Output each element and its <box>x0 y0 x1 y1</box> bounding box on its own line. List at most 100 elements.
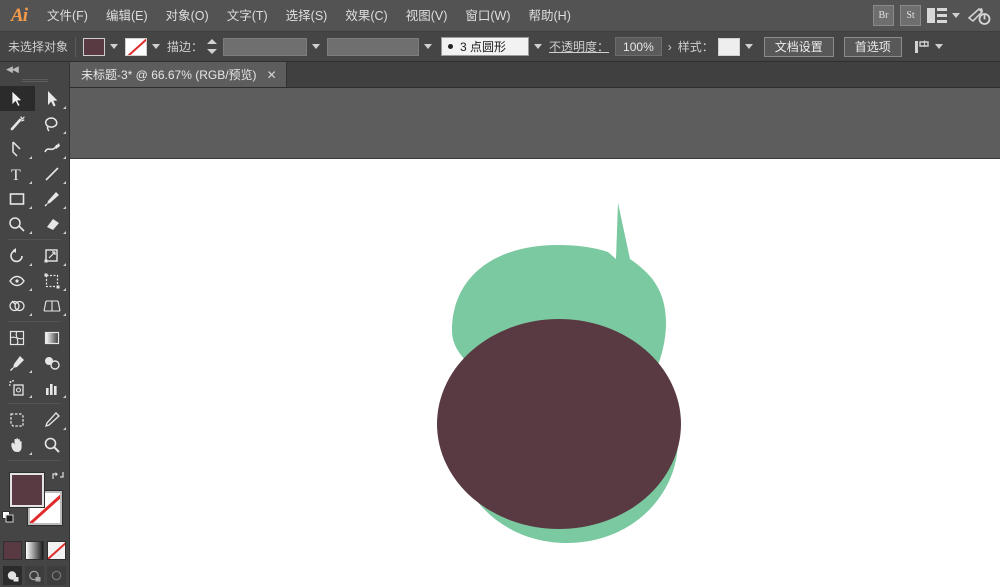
symbol-sprayer-tool[interactable] <box>0 375 35 400</box>
draw-inside-button[interactable] <box>47 566 66 585</box>
swap-fill-stroke-icon[interactable] <box>51 469 64 481</box>
artboard-tool[interactable] <box>0 407 35 432</box>
canvas-area[interactable] <box>70 88 1000 587</box>
column-graph-tool[interactable] <box>35 375 70 400</box>
menu-help[interactable]: 帮助(H) <box>520 0 580 32</box>
arrange-documents-button[interactable] <box>927 8 960 23</box>
hand-tool[interactable] <box>0 432 35 457</box>
free-transform-tool[interactable] <box>35 268 70 293</box>
zoom-tool[interactable] <box>35 432 70 457</box>
shaper-tool[interactable] <box>0 211 35 236</box>
brush-definition-chevron-down-icon[interactable] <box>534 44 543 49</box>
preferences-button[interactable]: 首选项 <box>843 36 902 57</box>
collapse-panel-button[interactable]: ◀◀ <box>0 62 69 76</box>
tool-flyout-indicator-icon <box>63 106 66 109</box>
document-tab-bar: 未标题-3* @ 66.67% (RGB/预览) ✕ <box>70 62 1000 88</box>
divider <box>8 321 61 322</box>
stroke-weight-stepper[interactable] <box>207 38 218 55</box>
gradient-mode-button[interactable] <box>25 541 44 560</box>
document-setup-button[interactable]: 文档设置 <box>763 36 834 57</box>
stroke-weight-label: 描边： <box>167 40 204 54</box>
fill-color-swatch[interactable] <box>83 37 106 56</box>
perspective-grid-tool[interactable] <box>35 293 70 318</box>
control-bar: 未选择对象 描边： 3 点圆形 不透明度： 100% › 样式： 文档设置 首选… <box>0 32 1000 62</box>
tools-grid-navigate <box>0 407 69 457</box>
menu-type[interactable]: 文字(T) <box>218 0 277 32</box>
opacity-input[interactable]: 100% <box>615 37 662 56</box>
stroke-weight-chevron-down-icon[interactable] <box>312 44 321 49</box>
magic-wand-tool[interactable] <box>0 111 35 136</box>
panel-drag-handle[interactable] <box>0 76 69 86</box>
selection-tool[interactable] <box>0 86 35 111</box>
tool-flyout-indicator-icon <box>63 263 66 266</box>
blend-tool[interactable] <box>35 350 70 375</box>
illustrator-window: Ai 文件(F) 编辑(E) 对象(O) 文字(T) 选择(S) 效果(C) 视… <box>0 0 1000 587</box>
type-tool[interactable]: T <box>0 161 35 186</box>
fill-swatch-chevron-down-icon[interactable] <box>110 44 119 49</box>
tool-flyout-indicator-icon <box>63 395 66 398</box>
fill-stroke-indicator <box>0 467 69 539</box>
tool-flyout-indicator-icon <box>28 452 32 455</box>
stroke-weight-input[interactable] <box>223 37 308 56</box>
mesh-tool[interactable] <box>0 325 35 350</box>
eraser-tool[interactable] <box>35 211 70 236</box>
draw-normal-button[interactable] <box>3 566 22 585</box>
width-tool[interactable] <box>0 268 35 293</box>
document-tab[interactable]: 未标题-3* @ 66.67% (RGB/预览) ✕ <box>70 62 287 87</box>
rectangle-tool[interactable] <box>0 186 35 211</box>
graphic-style-chevron-down-icon[interactable] <box>744 44 753 49</box>
divider <box>75 36 77 57</box>
opacity-label[interactable]: 不透明度： <box>549 38 609 55</box>
menu-effect[interactable]: 效果(C) <box>336 0 396 32</box>
menu-select[interactable]: 选择(S) <box>277 0 337 32</box>
opacity-expand-arrow-icon[interactable]: › <box>662 40 678 54</box>
artwork-svg <box>437 203 681 543</box>
tool-flyout-indicator-icon <box>63 156 66 159</box>
fill-indicator-swatch[interactable] <box>9 472 45 508</box>
direct-selection-tool[interactable] <box>35 86 70 111</box>
workspace-switcher-button[interactable] <box>966 6 992 26</box>
tool-flyout-indicator-icon <box>28 370 32 373</box>
tools-grid-paint <box>0 325 69 400</box>
face-maroon-ellipse[interactable] <box>437 319 681 529</box>
divider <box>8 403 61 404</box>
lasso-tool[interactable] <box>35 111 70 136</box>
bridge-button[interactable]: Br <box>873 5 894 26</box>
menu-window[interactable]: 窗口(W) <box>456 0 519 32</box>
brush-dot-icon <box>448 44 454 49</box>
stroke-swatch-chevron-down-icon[interactable] <box>152 44 161 49</box>
stroke-profile-chevron-down-icon[interactable] <box>424 44 433 49</box>
brush-definition-dropdown[interactable]: 3 点圆形 <box>441 37 530 56</box>
tool-flyout-indicator-icon <box>63 131 66 134</box>
artboard[interactable] <box>70 158 1000 587</box>
stock-button[interactable]: St <box>900 5 921 26</box>
draw-behind-button[interactable] <box>25 566 44 585</box>
pen-tool[interactable] <box>0 136 35 161</box>
rotate-tool[interactable] <box>0 243 35 268</box>
none-mode-button[interactable] <box>47 541 66 560</box>
eyedropper-tool[interactable] <box>0 350 35 375</box>
tool-flyout-indicator-icon <box>63 206 66 209</box>
curvature-tool[interactable] <box>35 136 70 161</box>
menu-object[interactable]: 对象(O) <box>157 0 218 32</box>
menu-bar-right-controls: Br St <box>873 5 1000 26</box>
menu-file[interactable]: 文件(F) <box>38 0 97 32</box>
gradient-tool[interactable] <box>35 325 70 350</box>
menu-edit[interactable]: 编辑(E) <box>97 0 157 32</box>
stroke-color-swatch[interactable] <box>125 37 148 56</box>
stroke-profile-dropdown[interactable] <box>327 37 420 56</box>
tool-flyout-indicator-icon <box>28 181 32 184</box>
align-chevron-down-icon <box>934 44 943 49</box>
slice-tool[interactable] <box>35 407 70 432</box>
close-icon[interactable]: ✕ <box>267 69 277 81</box>
default-fill-stroke-icon[interactable] <box>2 511 14 523</box>
color-mode-button[interactable] <box>3 541 22 560</box>
scale-tool[interactable] <box>35 243 70 268</box>
align-dropdown-button[interactable] <box>914 39 943 55</box>
graphic-style-swatch[interactable] <box>717 37 740 56</box>
tool-flyout-indicator-icon <box>63 288 66 291</box>
shape-builder-tool[interactable] <box>0 293 35 318</box>
paintbrush-tool[interactable] <box>35 186 70 211</box>
line-segment-tool[interactable] <box>35 161 70 186</box>
menu-view[interactable]: 视图(V) <box>397 0 457 32</box>
